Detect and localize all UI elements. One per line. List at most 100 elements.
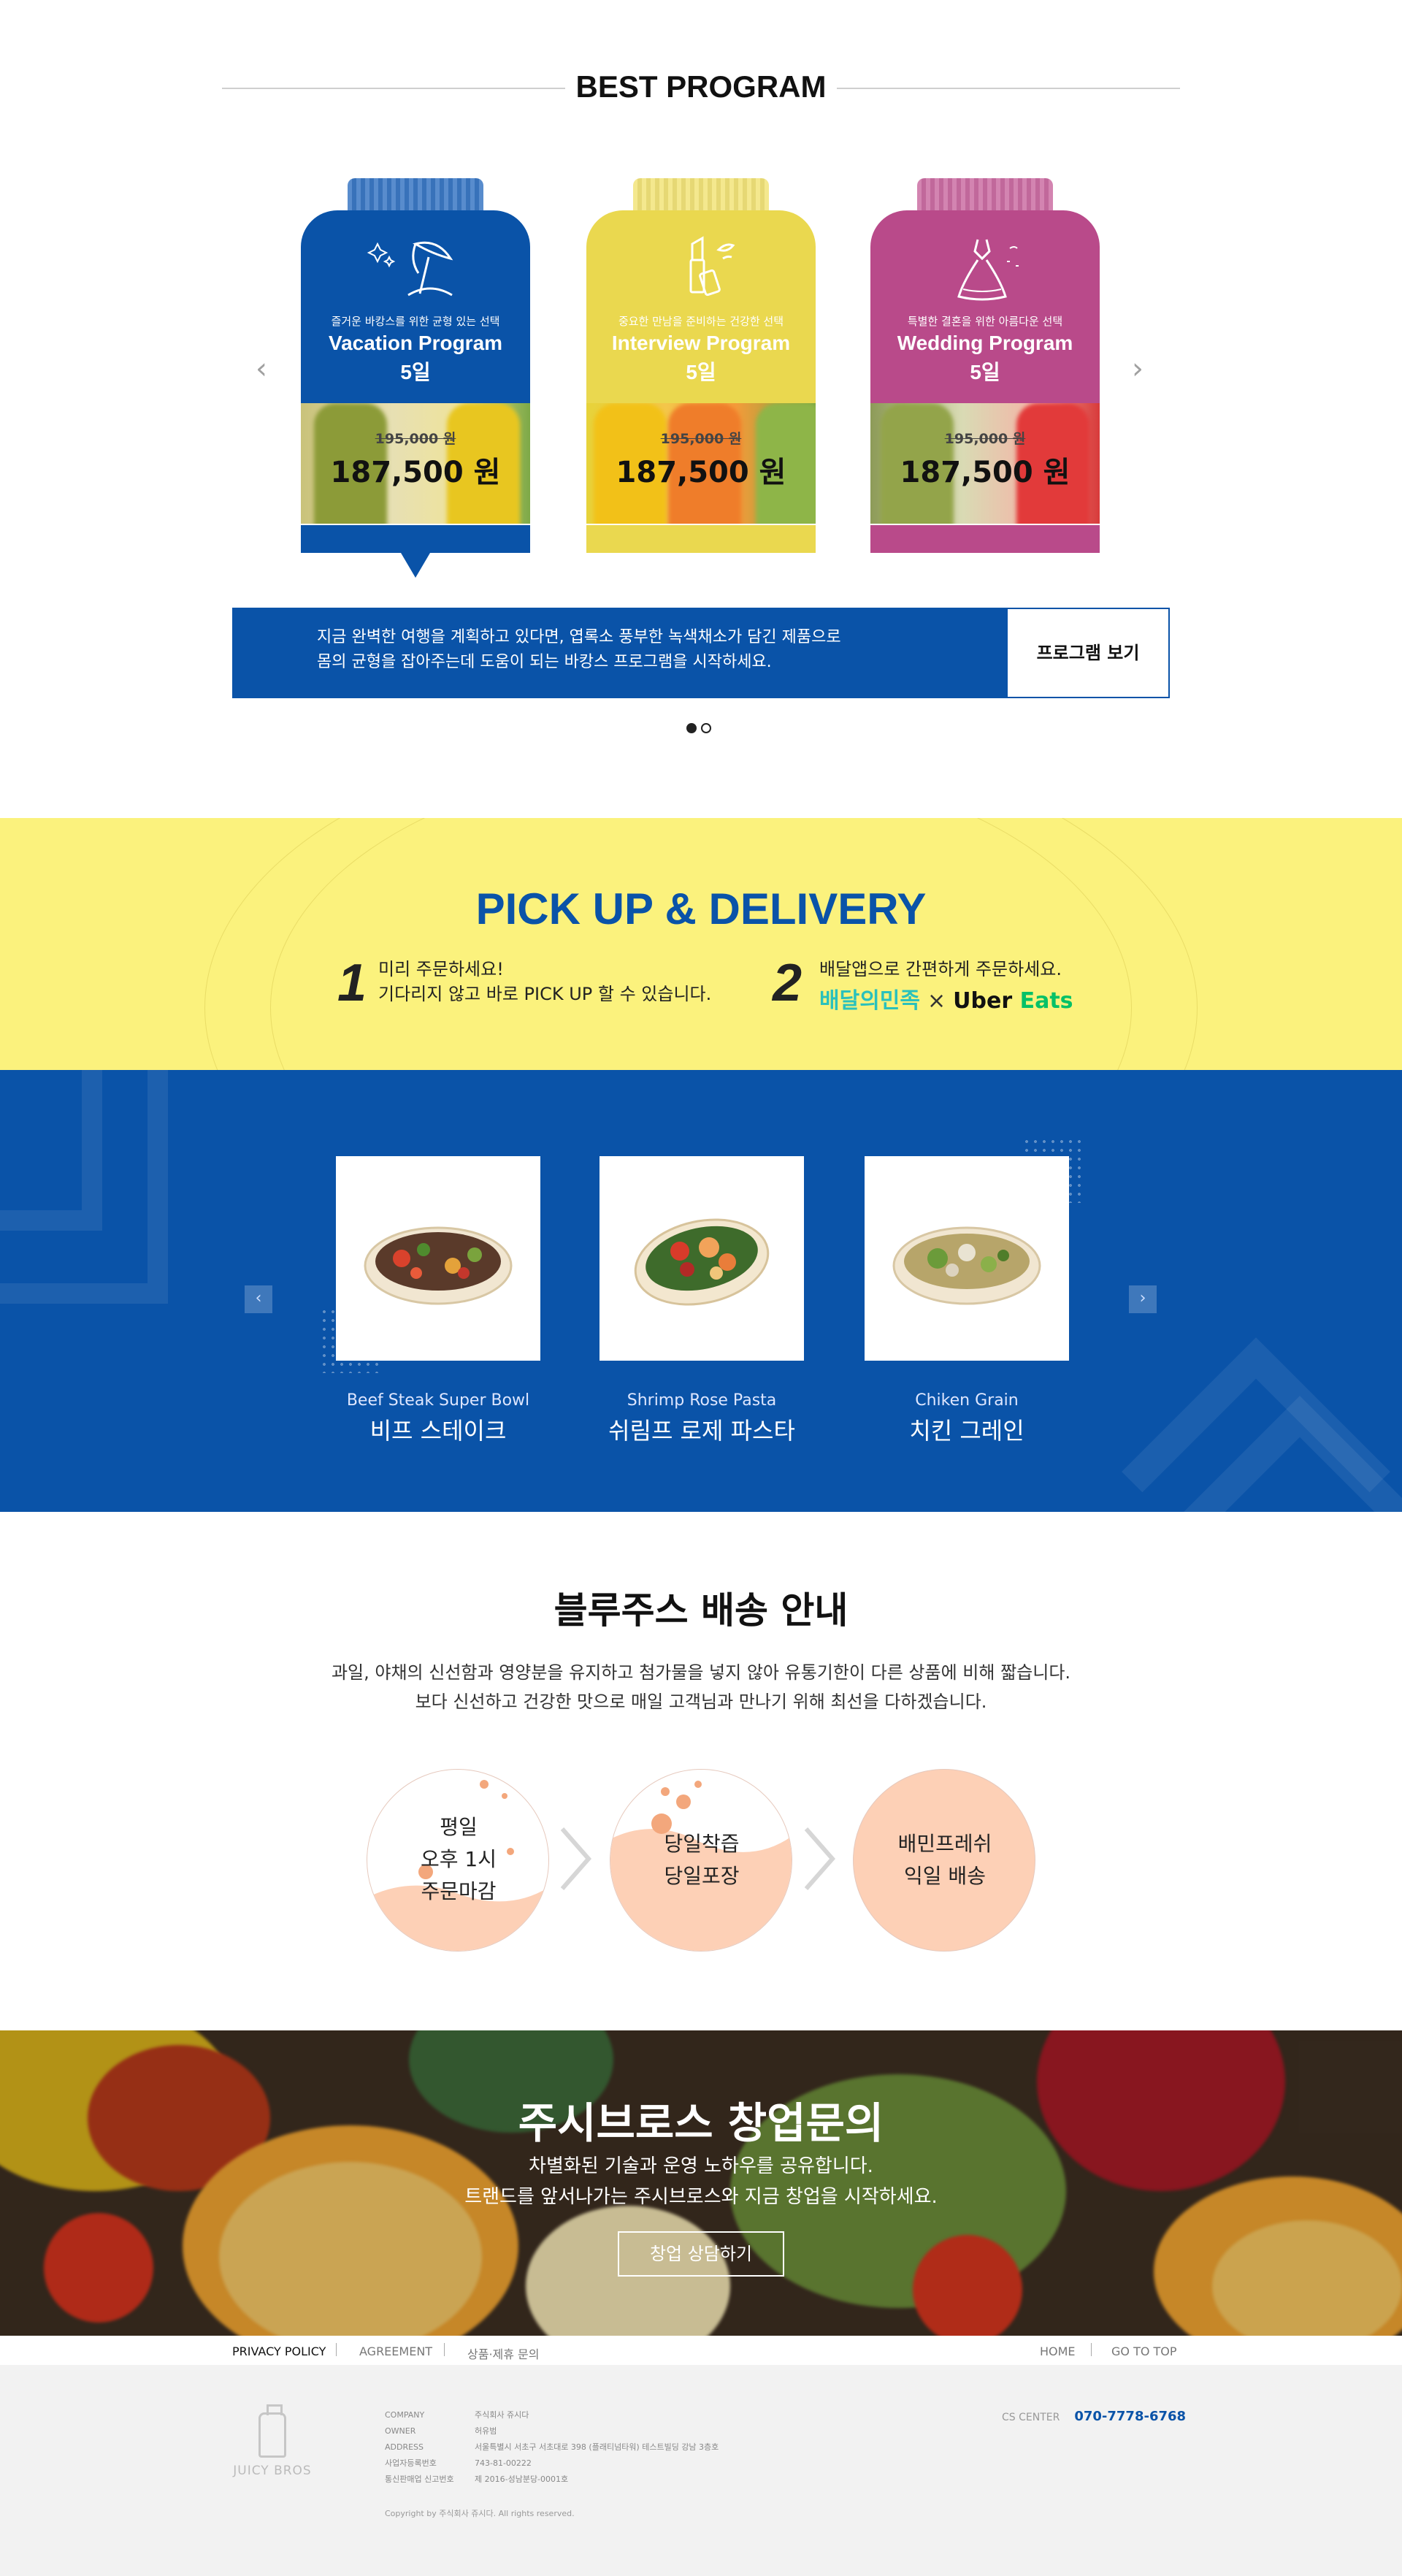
bottle-cap (633, 178, 769, 212)
section-title: PICK UP & DELIVERY (475, 884, 927, 933)
section-description: 차별화된 기술과 운영 노하우를 공유합니다. 트랜드를 앞서나가는 주시브로스… (0, 2151, 1402, 2212)
sale-price: 187,500 원 (616, 456, 786, 489)
delivery-step-order-deadline: 평일 오후 1시 주문마감 (367, 1769, 549, 1952)
original-price: 195,000 원 (944, 431, 1026, 447)
agreement-link[interactable]: AGREEMENT (359, 2344, 432, 2358)
lipstick-icon (586, 229, 816, 310)
program-description: 지금 완벽한 여행을 계획하고 있다면, 엽록소 풍부한 녹색채소가 담긴 제품… (232, 608, 1006, 698)
carousel-next-button[interactable]: › (1127, 354, 1149, 383)
beach-umbrella-icon (301, 229, 530, 310)
step-number: 1 (337, 954, 367, 1012)
pagination-dot[interactable] (701, 723, 711, 733)
delivery-info-section: 블루주스 배송 안내 과일, 야채의 신선함과 영양분을 유지하고 첨가물을 넣… (0, 1512, 1402, 2030)
cs-label: CS CENTER (1002, 2412, 1060, 2423)
footer-logo[interactable]: JUICY BROS (232, 2404, 313, 2478)
description-line: 트랜드를 앞서나가는 주시브로스와 지금 창업을 시작하세요. (464, 2186, 938, 2208)
step-line: 익일 배송 (904, 1864, 986, 1888)
menu-item[interactable]: Chiken Grain 치킨 그레인 (865, 1156, 1069, 1446)
ubereats-logo[interactable]: Uber (953, 988, 1012, 1014)
go-to-top-link[interactable]: GO TO TOP (1111, 2344, 1177, 2358)
cs-center: CS CENTER 070-7778-6768 (1002, 2409, 1186, 2424)
bottle-icon (258, 2404, 286, 2458)
carousel-prev-button[interactable]: ‹ (250, 354, 272, 383)
step-number: 2 (773, 954, 802, 1012)
page: BEST PROGRAM ‹ › 즐거운 바캉스를 위한 균형 있는 선택 Va… (0, 0, 1402, 2576)
step-line: 배민프레쉬 (897, 1832, 992, 1856)
times-icon: × (927, 988, 946, 1014)
menu-item[interactable]: Beef Steak Super Bowl 비프 스테이크 (336, 1156, 540, 1446)
menu-item-english-name: Chiken Grain (915, 1391, 1019, 1410)
decorative-square (0, 1070, 102, 1231)
section-title: 블루주스 배송 안내 (553, 1589, 849, 1632)
card-program-name: Vacation Program (328, 332, 503, 354)
pickup-step-text: 미리 주문하세요! 기다리지 않고 바로 PICK UP 할 수 있습니다. (378, 957, 711, 1006)
step-line: 오후 1시 (421, 1847, 497, 1871)
menu-prev-button[interactable]: ‹ (245, 1285, 272, 1313)
menu-item[interactable]: Shrimp Rose Pasta 쉬림프 로제 파스타 (600, 1156, 804, 1446)
card-footer-band (870, 525, 1100, 553)
ubereats-logo-eats[interactable]: Eats (1020, 988, 1073, 1014)
card-tagline: 중요한 만남을 준비하는 건강한 선택 (618, 315, 784, 328)
original-price: 195,000 원 (375, 431, 456, 447)
best-program-header: BEST PROGRAM (222, 69, 1180, 106)
menu-section: ‹ › Beef Steak Super Bowl 비프 스테이크 Shrimp… (0, 1070, 1402, 1512)
divider (837, 88, 1180, 89)
delivery-step-same-day: 당일착즙 당일포장 (610, 1769, 792, 1952)
view-program-button[interactable]: 프로그램 보기 (1006, 608, 1170, 698)
franchise-banner: 주시브로스 창업문의 차별화된 기술과 운영 노하우를 공유합니다. 트랜드를 … (0, 2030, 1402, 2336)
decorative-arc (270, 818, 1132, 1070)
logo-text: JUICY BROS (233, 2464, 312, 2478)
section-title: BEST PROGRAM (575, 69, 827, 104)
footer-nav: PRIVACY POLICY AGREEMENT 상품·제휴 문의 HOME G… (0, 2336, 1402, 2365)
program-card-interview[interactable]: 중요한 만남을 준비하는 건강한 선택 Interview Program 5일… (586, 178, 816, 553)
cs-phone[interactable]: 070-7778-6768 (1074, 2409, 1186, 2424)
pagination-dot-active[interactable] (686, 723, 697, 733)
description-line: 과일, 야채의 신선함과 영양분을 유지하고 첨가물을 넣지 않아 유통기한이 … (331, 1662, 1071, 1683)
bottle-cap (917, 178, 1053, 212)
menu-item-english-name: Beef Steak Super Bowl (346, 1391, 530, 1410)
menu-item-image (600, 1156, 804, 1361)
baemin-logo[interactable]: 배달의민족 (819, 988, 920, 1014)
program-card-wedding[interactable]: 특별한 결혼을 위한 아름다운 선택 Wedding Program 5일 19… (870, 178, 1100, 553)
divider (336, 2343, 337, 2356)
section-description: 과일, 야채의 신선함과 영양분을 유지하고 첨가물을 넣지 않아 유통기한이 … (0, 1658, 1402, 1716)
card-tagline: 즐거운 바캉스를 위한 균형 있는 선택 (331, 315, 500, 328)
menu-item-english-name: Shrimp Rose Pasta (627, 1391, 777, 1410)
active-card-pointer (401, 553, 430, 578)
menu-item-korean-name: 비프 스테이크 (369, 1417, 507, 1445)
home-link[interactable]: HOME (1040, 2344, 1076, 2358)
divider (444, 2343, 445, 2356)
menu-item-korean-name: 치킨 그레인 (909, 1417, 1024, 1445)
menu-next-button[interactable]: › (1129, 1285, 1157, 1313)
description-line: 차별화된 기술과 운영 노하우를 공유합니다. (529, 2155, 873, 2177)
step-line: 기다리지 않고 바로 PICK UP 할 수 있습니다. (378, 984, 712, 1004)
delivery-step-text: 배달앱으로 간편하게 주문하세요. (819, 957, 1062, 982)
delivery-step-next-day: 배민프레쉬 익일 배송 (853, 1769, 1035, 1952)
menu-item-image (865, 1156, 1069, 1361)
card-program-days: 5일 (400, 361, 431, 383)
step-line: 배달앱으로 간편하게 주문하세요. (819, 959, 1062, 979)
step-line: 주문마감 (421, 1879, 497, 1903)
privacy-policy-link[interactable]: PRIVACY POLICY (232, 2344, 326, 2358)
franchise-consult-button[interactable]: 창업 상담하기 (618, 2231, 784, 2277)
bottle-cap (348, 178, 483, 212)
divider (222, 88, 565, 89)
pickup-delivery-section: PICK UP & DELIVERY 1 미리 주문하세요! 기다리지 않고 바… (0, 818, 1402, 1070)
description-line: 몸의 균형을 잡아주는데 도움이 되는 바캉스 프로그램을 시작하세요. (317, 653, 772, 671)
sale-price: 187,500 원 (330, 456, 501, 489)
chevron-right-icon (560, 1827, 591, 1890)
card-footer-band (301, 525, 530, 553)
menu-item-korean-name: 쉬림프 로제 파스타 (608, 1417, 795, 1445)
divider (1091, 2343, 1092, 2356)
footer: JUICY BROS COMPANY 주식회사 쥬시다 OWNER 허유범 ADDR… (0, 2365, 1402, 2576)
menu-item-image (336, 1156, 540, 1361)
delivery-app-logos: 배달의민족 × Uber Eats (819, 982, 1073, 1014)
copyright: Copyright by 주식회사 쥬시다. All rights reserv… (385, 2509, 575, 2518)
original-price: 195,000 원 (660, 431, 742, 447)
program-card-vacation[interactable]: 즐거운 바캉스를 위한 균형 있는 선택 Vacation Program 5일… (301, 178, 530, 578)
best-program-section: BEST PROGRAM ‹ › 즐거운 바캉스를 위한 균형 있는 선택 Va… (0, 0, 1402, 818)
step-line: 당일포장 (664, 1864, 740, 1888)
description-line: 보다 신선하고 건강한 맛으로 매일 고객님과 만나기 위해 최선을 다하겠습니… (415, 1692, 987, 1712)
card-program-days: 5일 (970, 361, 1000, 383)
partnership-inquiry-link[interactable]: 상품·제휴 문의 (467, 2344, 540, 2362)
